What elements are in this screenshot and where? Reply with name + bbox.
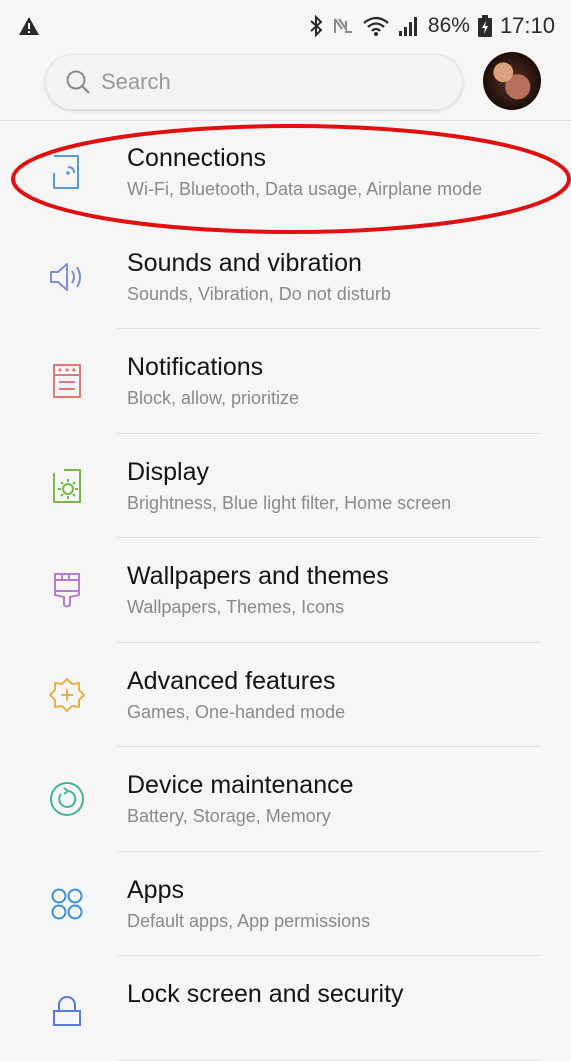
item-subtitle: Sounds, Vibration, Do not disturb bbox=[127, 283, 391, 304]
item-subtitle: Block, allow, prioritize bbox=[127, 388, 300, 408]
battery-percentage: 86% bbox=[427, 14, 470, 37]
settings-item-notifications[interactable]: Notifications Block, allow, prioritize bbox=[0, 329, 571, 434]
item-title: Display bbox=[127, 457, 209, 486]
item-subtitle: Battery, Storage, Memory bbox=[127, 806, 331, 826]
settings-item-wallpapers-and-themes[interactable]: Wallpapers and themes Wallpapers, Themes… bbox=[0, 538, 571, 643]
advanced-features-icon bbox=[49, 677, 85, 712]
settings-item-display[interactable]: Display Brightness, Blue light filter, H… bbox=[0, 434, 571, 538]
wallpaper-icon bbox=[54, 573, 80, 608]
status-bar: 86% 17:10 bbox=[0, 0, 571, 52]
search-row bbox=[0, 52, 571, 118]
divider bbox=[117, 1059, 541, 1061]
item-title: Apps bbox=[127, 875, 184, 904]
sound-icon bbox=[50, 262, 81, 291]
item-title: Connections bbox=[127, 144, 266, 172]
settings-item-device-maintenance[interactable]: Device maintenance Battery, Storage, Mem… bbox=[0, 747, 571, 852]
item-subtitle: Games, One-handed mode bbox=[127, 701, 346, 722]
item-subtitle: Brightness, Blue light filter, Home scre… bbox=[127, 492, 452, 513]
settings-item-apps[interactable]: Apps Default apps, App permissions bbox=[0, 852, 571, 956]
item-subtitle: Wallpapers, Themes, Icons bbox=[127, 597, 345, 617]
item-title: Device maintenance bbox=[127, 771, 354, 799]
connections-icon bbox=[53, 155, 79, 189]
search-input[interactable] bbox=[99, 68, 403, 96]
settings-item-lock-screen-and-security[interactable]: Lock screen and security bbox=[0, 956, 571, 1061]
lock-icon bbox=[53, 996, 81, 1026]
search-bar[interactable] bbox=[45, 54, 463, 110]
item-title: Advanced features bbox=[127, 666, 336, 695]
battery-icon bbox=[477, 15, 492, 37]
item-title: Notifications bbox=[127, 353, 264, 381]
display-icon bbox=[53, 468, 81, 503]
settings-item-connections[interactable]: Connections Wi-Fi, Bluetooth, Data usage… bbox=[0, 120, 571, 225]
item-title: Wallpapers and themes bbox=[127, 562, 389, 590]
avatar[interactable] bbox=[483, 52, 541, 110]
item-title: Sounds and vibration bbox=[127, 248, 362, 277]
item-subtitle: Default apps, App permissions bbox=[127, 910, 371, 931]
device-maintenance-icon bbox=[50, 782, 84, 816]
nfc-icon bbox=[333, 18, 352, 33]
notifications-icon bbox=[53, 364, 81, 398]
search-icon bbox=[66, 70, 90, 94]
settings-list: Connections Wi-Fi, Bluetooth, Data usage… bbox=[0, 120, 571, 1061]
wifi-icon bbox=[363, 16, 389, 36]
settings-item-advanced-features[interactable]: Advanced features Games, One-handed mode bbox=[0, 643, 571, 747]
clock: 17:10 bbox=[499, 13, 555, 38]
item-subtitle: Wi-Fi, Bluetooth, Data usage, Airplane m… bbox=[127, 179, 483, 199]
settings-item-sounds-and-vibration[interactable]: Sounds and vibration Sounds, Vibration, … bbox=[0, 225, 571, 329]
warning-icon bbox=[19, 17, 39, 35]
apps-icon bbox=[51, 888, 83, 919]
bluetooth-icon bbox=[310, 14, 323, 38]
signal-icon bbox=[398, 17, 417, 36]
